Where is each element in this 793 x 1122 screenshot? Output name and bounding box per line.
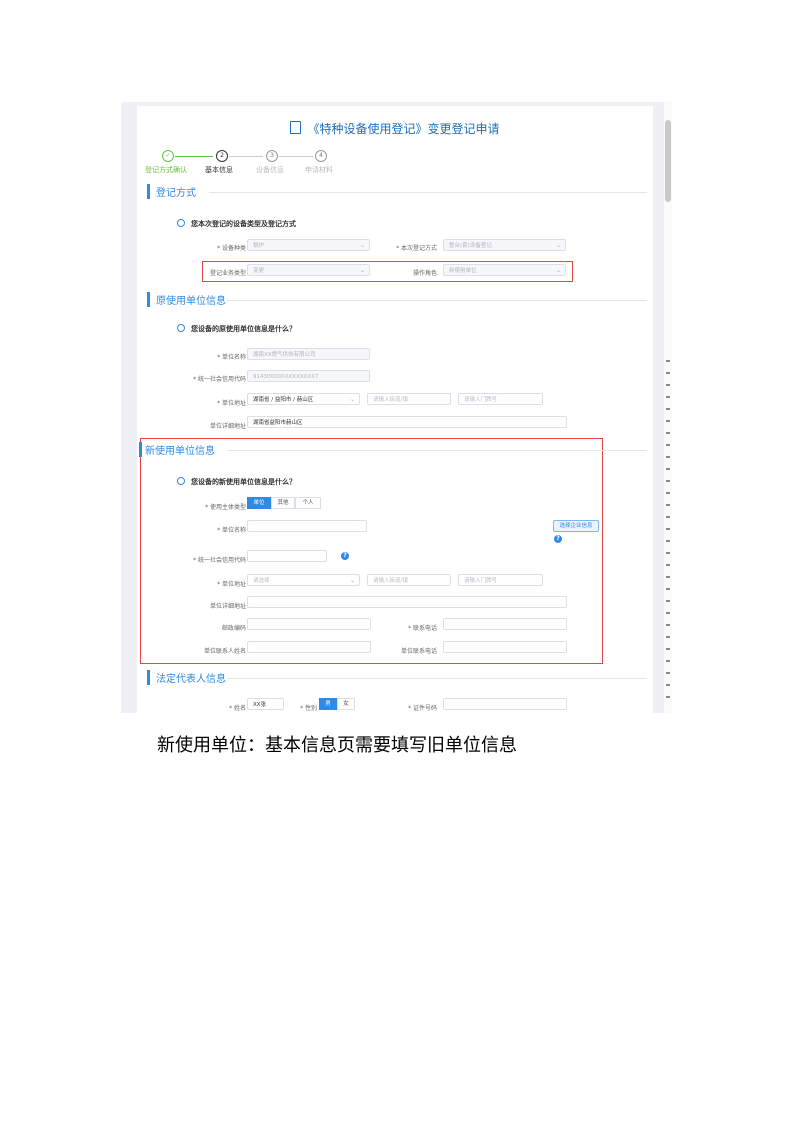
postcode-label: 邮政编码 xyxy=(221,625,246,632)
subject-type-label: * 使用主体类型 xyxy=(205,504,246,511)
step-label-equipment-info[interactable]: 设备信息 xyxy=(256,165,284,175)
scrollbar-thumb[interactable] xyxy=(665,120,671,202)
contact-name-input[interactable] xyxy=(247,641,371,653)
new-name-label: * 单位名称 xyxy=(217,527,246,534)
select-company-button[interactable]: 选择企业信息 xyxy=(553,520,599,532)
question-registration: 您本次登记的设备类型及登记方式 xyxy=(177,219,296,229)
section-new-unit: 新使用单位信息 xyxy=(139,442,647,458)
step-connector xyxy=(279,156,313,157)
page-title: 《特种设备使用登记》变更登记申请 xyxy=(137,120,653,137)
section-legal-rep: 法定代表人信息 xyxy=(147,670,647,686)
old-address-label: * 单位地址 xyxy=(217,400,246,407)
old-credit-label: * 统一社会信用代码 xyxy=(193,376,246,383)
phone-label: * 联系电话 xyxy=(408,625,437,632)
rep-name-label: * 姓名 xyxy=(229,705,246,712)
document-icon xyxy=(290,121,302,134)
old-region-select[interactable]: 湖南省 / 益阳市 / 赫山区 ⌄ xyxy=(247,393,360,405)
method-label: * 本次登记方式 xyxy=(396,245,437,252)
equip-type-select[interactable]: 锅炉 ⌄ xyxy=(247,239,370,251)
section-registration-method: 登记方式 xyxy=(147,184,647,200)
postcode-input[interactable] xyxy=(247,618,371,630)
biz-type-label: 登记业务类型 xyxy=(209,270,246,277)
role-select[interactable]: 新使用单位 ⌄ xyxy=(443,264,566,276)
subject-option-unit[interactable]: 单位 xyxy=(247,497,271,509)
chat-icon xyxy=(177,324,185,332)
old-credit-field[interactable]: 91430000XXXXXXXXX7 xyxy=(247,370,370,382)
step-connector xyxy=(175,156,213,157)
step-label-confirm[interactable]: 登记方式确认 xyxy=(145,165,187,175)
step-4-number: 4 xyxy=(315,150,327,162)
new-name-input[interactable] xyxy=(247,520,367,532)
old-detail-input[interactable]: 湖南省益阳市赫山区 xyxy=(247,416,567,428)
subject-option-other[interactable]: 其他 xyxy=(271,497,295,509)
chevron-down-icon: ⌄ xyxy=(359,242,365,249)
divider xyxy=(227,450,647,451)
chevron-down-icon: ⌄ xyxy=(359,267,365,274)
step-progress: ✓ 2 3 4 登记方式确认 基本信息 设备信息 申请材料 xyxy=(137,150,653,180)
new-door-input[interactable]: 请输入门牌号 xyxy=(458,574,543,586)
section-marker xyxy=(139,442,142,457)
section-title: 新使用单位信息 xyxy=(145,446,215,457)
chevron-down-icon: ⌄ xyxy=(555,242,561,249)
step-label-basic-info[interactable]: 基本信息 xyxy=(205,165,233,175)
section-marker xyxy=(147,670,150,685)
chevron-down-icon: ⌄ xyxy=(349,577,355,584)
id-number-input[interactable] xyxy=(443,698,567,710)
step-label-materials[interactable]: 申请材料 xyxy=(305,165,333,175)
new-credit-label: * 统一社会信用代码 xyxy=(193,557,246,564)
biz-type-select[interactable]: 变更 ⌄ xyxy=(247,264,370,276)
new-detail-input[interactable] xyxy=(247,596,567,608)
question-old-unit: 您设备的原使用单位信息是什么？ xyxy=(177,324,296,334)
chat-icon xyxy=(177,219,185,227)
id-number-label: * 证件号码 xyxy=(408,705,437,712)
mobile-label: 单位联系电话 xyxy=(400,648,437,655)
step-2-number: 2 xyxy=(216,150,228,162)
mobile-input[interactable] xyxy=(443,641,567,653)
help-icon[interactable]: ? xyxy=(341,552,349,560)
old-name-field[interactable]: 湖南XX燃气供热有限公司 xyxy=(247,348,370,360)
step-3-number: 3 xyxy=(266,150,278,162)
old-detail-label: 单位详细地址 xyxy=(209,423,246,430)
help-icon[interactable]: ? xyxy=(554,535,562,543)
old-street-input[interactable]: 请输入街道/镇 xyxy=(367,393,451,405)
form-panel: 《特种设备使用登记》变更登记申请 ✓ 2 3 4 登记方式确认 基本信息 设备信… xyxy=(137,106,653,713)
section-marker xyxy=(147,292,150,307)
chat-icon xyxy=(177,477,185,485)
new-detail-label: 单位详细地址 xyxy=(209,603,246,610)
divider xyxy=(227,678,647,679)
phone-input[interactable] xyxy=(443,618,567,630)
old-name-label: * 单位名称 xyxy=(217,354,246,361)
scrollbar[interactable] xyxy=(664,102,672,713)
section-title: 原使用单位信息 xyxy=(156,296,226,307)
chevron-down-icon: ⌄ xyxy=(349,396,355,403)
role-label: 操作角色 xyxy=(412,270,437,277)
new-address-label: * 单位地址 xyxy=(217,581,246,588)
gender-option-female[interactable]: 女 xyxy=(337,698,355,710)
section-old-unit: 原使用单位信息 xyxy=(147,292,647,308)
new-region-select[interactable]: 请选择 ⌄ xyxy=(247,574,360,586)
equip-type-label: * 设备种类 xyxy=(217,245,246,252)
gender-option-male[interactable]: 男 xyxy=(319,698,337,710)
rep-name-input[interactable]: XX张 xyxy=(247,698,284,710)
section-title: 登记方式 xyxy=(156,188,196,199)
chevron-down-icon: ⌄ xyxy=(555,267,561,274)
section-title: 法定代表人信息 xyxy=(156,674,226,685)
divider xyxy=(227,300,647,301)
old-door-input[interactable]: 请输入门牌号 xyxy=(458,393,543,405)
section-marker xyxy=(147,184,150,199)
contact-name-label: 单位联系人姓名 xyxy=(203,648,246,655)
step-1-check-icon: ✓ xyxy=(162,150,174,162)
method-select[interactable]: 整台(套)设备登记 ⌄ xyxy=(443,239,566,251)
new-credit-input[interactable] xyxy=(247,550,327,562)
question-new-unit: 您设备的新使用单位信息是什么？ xyxy=(177,477,296,487)
gender-label: * 性别 xyxy=(300,705,317,712)
subject-option-individual[interactable]: 个人 xyxy=(295,497,321,509)
divider xyxy=(209,192,647,193)
screenshot-frame: 《特种设备使用登记》变更登记申请 ✓ 2 3 4 登记方式确认 基本信息 设备信… xyxy=(121,102,672,713)
step-connector xyxy=(229,156,263,157)
new-street-input[interactable]: 请输入街道/镇 xyxy=(367,574,451,586)
caption: 新使用单位：基本信息页需要填写旧单位信息 xyxy=(157,735,517,756)
